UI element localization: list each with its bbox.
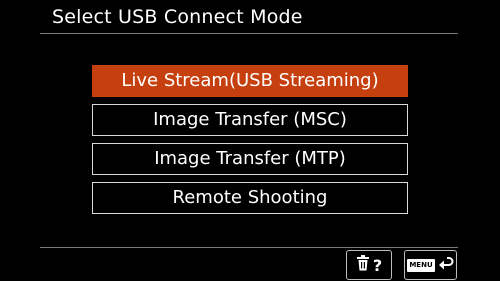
delete-help-button[interactable]: ? [346,250,392,280]
page-title: Select USB Connect Mode [52,6,303,28]
header-divider [40,33,458,34]
option-remote-shooting[interactable]: Remote Shooting [92,182,408,214]
menu-key-icon: MENU [407,258,435,272]
menu-back-button[interactable]: MENU [404,250,457,280]
return-arrow-icon [438,255,454,275]
footer-divider [40,247,458,248]
option-image-transfer-msc[interactable]: Image Transfer (MSC) [92,104,408,136]
option-image-transfer-mtp[interactable]: Image Transfer (MTP) [92,143,408,175]
usb-mode-menu: Live Stream(USB Streaming) Image Transfe… [92,65,408,221]
option-live-stream[interactable]: Live Stream(USB Streaming) [92,65,408,97]
trash-icon [356,255,370,275]
help-icon: ? [372,255,383,275]
